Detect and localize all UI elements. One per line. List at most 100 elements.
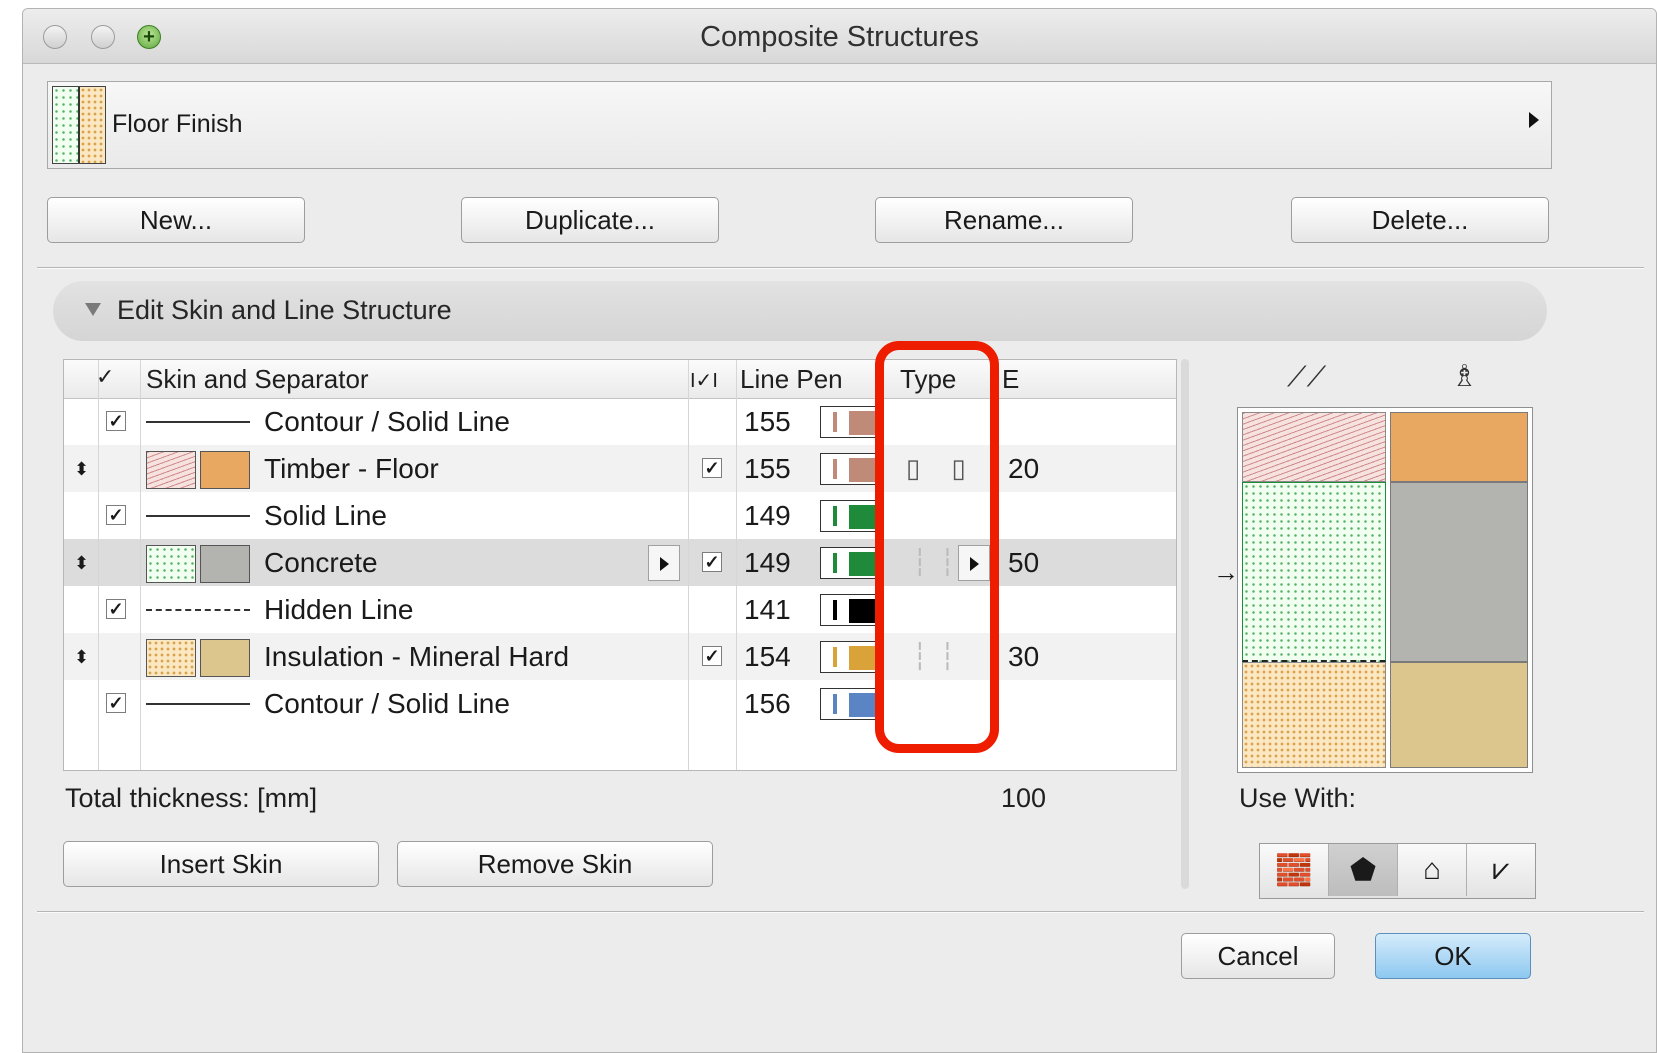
row-pen-number[interactable]: 154: [744, 641, 791, 673]
row-label: Concrete: [264, 547, 378, 578]
table-row[interactable]: ⬍ Timber - Floor ✓ 155 ▯ ▯ 20: [64, 445, 1176, 492]
row-pen-number[interactable]: 156: [744, 688, 791, 720]
roof-icon[interactable]: ⌂: [1398, 844, 1467, 896]
rename-button[interactable]: Rename...: [875, 197, 1133, 243]
cover-fill-brush-icon[interactable]: ♗: [1451, 359, 1478, 394]
pen-swatch[interactable]: [820, 688, 876, 720]
insert-skin-button[interactable]: Insert Skin: [63, 841, 379, 887]
disclosure-triangle-icon[interactable]: [85, 303, 101, 316]
row-label: Insulation - Mineral Hard: [264, 641, 570, 672]
reorder-handle-icon[interactable]: ⬍: [74, 554, 89, 572]
column-divider: [98, 360, 99, 770]
row-visible-checkbox[interactable]: ✓: [106, 505, 126, 525]
type-menu-arrow-icon[interactable]: [958, 545, 990, 581]
use-with-segmented: 🧱 ⬟ ⌂ ⩗: [1259, 843, 1536, 899]
row-check[interactable]: ✓: [702, 646, 722, 666]
table-row[interactable]: ✓ Contour / Solid Line 156: [64, 680, 1176, 727]
reorder-handle-icon[interactable]: ⬍: [74, 648, 89, 666]
table-row[interactable]: ✓ Contour / Solid Line 155: [64, 398, 1176, 445]
structure-thumbnail: [52, 86, 106, 164]
window-title: Composite Structures: [700, 21, 979, 53]
structure-name: Floor Finish: [112, 110, 243, 138]
table-row[interactable]: ⬍ Insulation - Mineral Hard ✓ 154 ┆┆ 30: [64, 633, 1176, 680]
structure-menu-arrow-icon[interactable]: [1529, 112, 1539, 128]
slab-icon[interactable]: ⬟: [1329, 844, 1398, 896]
wall-icon[interactable]: 🧱: [1260, 844, 1329, 896]
row-pen-number[interactable]: 149: [744, 547, 791, 579]
line-sample-dashed: [146, 609, 250, 611]
composite-structures-dialog: + Composite Structures Floor Finish New.…: [22, 8, 1657, 1053]
ok-button[interactable]: OK: [1375, 933, 1531, 979]
insulation-pattern-swatch[interactable]: [146, 639, 196, 677]
divider-top: [37, 267, 1644, 269]
preview-timber-cut: [1242, 412, 1386, 482]
header-type: Type: [900, 364, 957, 394]
row-check[interactable]: ✓: [702, 552, 722, 572]
insulation-fill-swatch[interactable]: [200, 639, 250, 677]
header-skin-separator: Skin and Separator: [146, 364, 369, 394]
building-material-menu-arrow-icon[interactable]: [648, 545, 680, 581]
row-thickness[interactable]: 30: [1008, 641, 1039, 673]
use-with-label: Use With:: [1239, 783, 1357, 813]
table-row-selected[interactable]: ⬍ Concrete ✓ 149 ┆┆ 50: [64, 539, 1176, 586]
pen-swatch[interactable]: [820, 500, 876, 532]
table-row[interactable]: ✓ Solid Line 149: [64, 492, 1176, 539]
preview-insulation-cover: [1390, 662, 1528, 768]
table-row[interactable]: ✓ Hidden Line 141: [64, 586, 1176, 633]
edit-skin-section-header[interactable]: Edit Skin and Line Structure: [53, 281, 1547, 341]
table-header: ✓ Skin and Separator I✓I Line Pen Type E: [64, 360, 1176, 399]
preview-concrete-cut: [1242, 482, 1386, 662]
section-title: Edit Skin and Line Structure: [117, 295, 452, 325]
total-thickness-label: Total thickness: [mm]: [65, 783, 318, 813]
pen-swatch[interactable]: [820, 641, 876, 673]
row-label: Solid Line: [264, 500, 387, 531]
timber-pattern-swatch[interactable]: [146, 451, 196, 489]
cancel-button[interactable]: Cancel: [1181, 933, 1335, 979]
preview-insulation-cut: [1242, 662, 1386, 768]
pen-swatch[interactable]: [820, 547, 876, 579]
row-visible-checkbox[interactable]: ✓: [106, 411, 126, 431]
line-sample: [146, 515, 250, 517]
row-label: Hidden Line: [264, 594, 414, 625]
row-check[interactable]: ✓: [702, 458, 722, 478]
pen-swatch[interactable]: [820, 406, 876, 438]
new-button[interactable]: New...: [47, 197, 305, 243]
core-indicator-arrow-icon: →: [1213, 557, 1239, 587]
preview-concrete-cover: [1390, 482, 1528, 662]
pen-swatch[interactable]: [820, 453, 876, 485]
divider-bottom: [37, 911, 1644, 913]
structure-selector[interactable]: Floor Finish: [47, 81, 1552, 169]
concrete-fill-swatch[interactable]: [200, 545, 250, 583]
concrete-pattern-swatch[interactable]: [146, 545, 196, 583]
skin-type-icon[interactable]: ┆┆: [912, 641, 967, 672]
column-divider: [688, 360, 689, 770]
duplicate-button[interactable]: Duplicate...: [461, 197, 719, 243]
skin-table: ✓ Skin and Separator I✓I Line Pen Type E…: [63, 359, 1177, 771]
cut-fill-icon[interactable]: ⟋⟋: [1287, 361, 1326, 394]
row-thickness[interactable]: 20: [1008, 453, 1039, 485]
line-sample: [146, 421, 250, 423]
row-label: Contour / Solid Line: [264, 406, 510, 437]
row-pen-number[interactable]: 155: [744, 406, 791, 438]
line-sample: [146, 703, 250, 705]
title-bar: + Composite Structures: [23, 9, 1656, 64]
row-pen-number[interactable]: 141: [744, 594, 791, 626]
shell-icon[interactable]: ⩗: [1467, 844, 1535, 896]
header-thickness: E: [1002, 364, 1020, 394]
preview-timber-cover: [1390, 412, 1528, 482]
row-visible-checkbox[interactable]: ✓: [106, 599, 126, 619]
pen-swatch[interactable]: [820, 594, 876, 626]
delete-button[interactable]: Delete...: [1291, 197, 1549, 243]
reorder-handle-icon[interactable]: ⬍: [74, 460, 89, 478]
structure-preview: [1237, 407, 1533, 773]
timber-fill-swatch[interactable]: [200, 451, 250, 489]
row-pen-number[interactable]: 155: [744, 453, 791, 485]
header-line-pen: Line Pen: [740, 364, 843, 394]
row-pen-number[interactable]: 149: [744, 500, 791, 532]
remove-skin-button[interactable]: Remove Skin: [397, 841, 713, 887]
row-label: Contour / Solid Line: [264, 688, 510, 719]
splitter[interactable]: [1181, 359, 1189, 889]
row-thickness[interactable]: 50: [1008, 547, 1039, 579]
skin-type-icon[interactable]: ▯ ▯: [906, 453, 978, 484]
row-visible-checkbox[interactable]: ✓: [106, 693, 126, 713]
